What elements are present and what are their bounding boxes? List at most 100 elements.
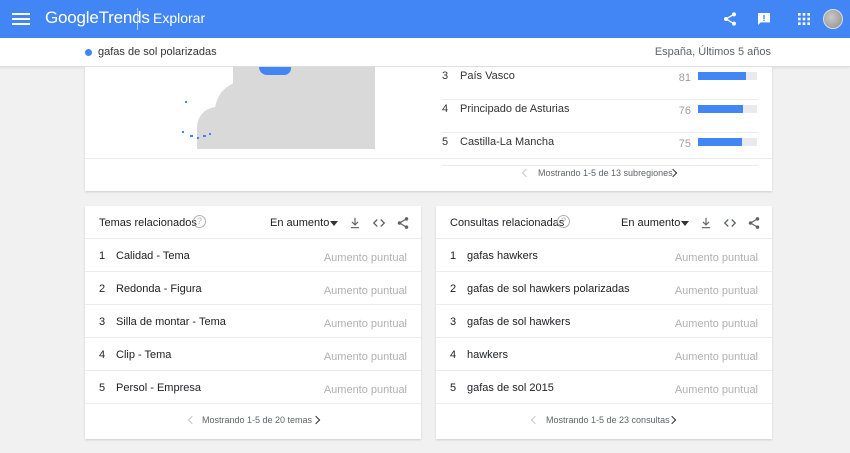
- item-rank: 1: [450, 250, 457, 262]
- region-bar: [698, 72, 757, 80]
- apps-grid-icon[interactable]: [796, 11, 812, 27]
- embed-code-icon[interactable]: [723, 216, 737, 230]
- page-title: Explorar: [153, 10, 206, 26]
- help-icon[interactable]: ?: [557, 215, 570, 228]
- download-icon[interactable]: [348, 216, 362, 230]
- item-value: Aumento puntual: [674, 252, 758, 264]
- item-rank: 1: [99, 250, 106, 262]
- item-value: Aumento puntual: [323, 351, 407, 363]
- share-icon[interactable]: [396, 216, 410, 230]
- item-name: Calidad - Tema: [116, 250, 190, 262]
- item-rank: 4: [450, 349, 457, 361]
- related-queries-card: Consultas relacionadas ? En aumento 1 ga…: [436, 206, 772, 439]
- related-topics-card: Temas relacionados ? En aumento 1 Calida…: [85, 206, 421, 439]
- queries-pager-text: Mostrando 1-5 de 23 consultas: [546, 415, 670, 425]
- item-rank: 2: [99, 283, 106, 295]
- list-item[interactable]: 1 gafas hawkers Aumento puntual: [436, 239, 772, 272]
- list-item[interactable]: 3 gafas de sol hawkers Aumento puntual: [436, 305, 772, 338]
- download-icon[interactable]: [699, 216, 713, 230]
- item-rank: 5: [450, 382, 457, 394]
- map-highlight-region: [259, 67, 291, 75]
- share-icon[interactable]: [722, 11, 738, 27]
- item-value: Aumento puntual: [323, 252, 407, 264]
- item-rank: 2: [450, 283, 457, 295]
- term-color-dot: [85, 49, 92, 56]
- feedback-icon[interactable]: [756, 11, 772, 27]
- item-rank: 3: [450, 316, 457, 328]
- region-row[interactable]: 3 País Vasco 81: [442, 67, 758, 100]
- region-bar-fill: [698, 105, 743, 113]
- region-pager-text: Mostrando 1-5 de 13 subregiones: [538, 168, 673, 178]
- logo-trends-text: Trends: [98, 8, 150, 27]
- list-item[interactable]: 1 Calidad - Tema Aumento puntual: [85, 239, 421, 272]
- list-item[interactable]: 2 gafas de sol hawkers polarizadas Aumen…: [436, 272, 772, 305]
- filter-select[interactable]: En aumento: [621, 217, 680, 229]
- region-rank: 5: [442, 136, 449, 148]
- item-rank: 4: [99, 349, 106, 361]
- item-name: Redonda - Figura: [116, 283, 202, 295]
- search-term-label[interactable]: gafas de sol polarizadas: [98, 46, 217, 58]
- topics-pager: Mostrando 1-5 de 20 temas: [85, 406, 421, 439]
- list-item[interactable]: 4 hawkers Aumento puntual: [436, 338, 772, 371]
- region-bar-fill: [698, 72, 746, 80]
- item-name: gafas de sol 2015: [467, 382, 554, 394]
- item-value: Aumento puntual: [674, 351, 758, 363]
- item-value: Aumento puntual: [674, 285, 758, 297]
- item-value: Aumento puntual: [674, 318, 758, 330]
- embed-code-icon[interactable]: [372, 216, 386, 230]
- filter-select[interactable]: En aumento: [270, 217, 329, 229]
- card-title: Temas relacionados: [99, 217, 197, 229]
- help-icon[interactable]: ?: [193, 215, 206, 228]
- card-title: Consultas relacionadas: [450, 217, 565, 229]
- region-value: 81: [678, 72, 691, 84]
- region-name: País Vasco: [460, 70, 515, 82]
- related-topics-header: Temas relacionados ? En aumento: [85, 206, 421, 239]
- chevron-left-icon[interactable]: [521, 168, 531, 178]
- related-queries-header: Consultas relacionadas ? En aumento: [436, 206, 772, 239]
- region-rank: 4: [442, 103, 449, 115]
- header-divider: [137, 8, 138, 30]
- list-item[interactable]: 5 Persol - Empresa Aumento puntual: [85, 371, 421, 404]
- item-rank: 3: [99, 316, 106, 328]
- item-name: gafas de sol hawkers polarizadas: [467, 283, 630, 295]
- region-pager: Mostrando 1-5 de 13 subregiones: [85, 158, 772, 191]
- chevron-left-icon[interactable]: [530, 415, 540, 425]
- list-item[interactable]: 3 Silla de montar - Tema Aumento puntual: [85, 305, 421, 338]
- account-avatar[interactable]: [823, 9, 843, 29]
- item-name: gafas hawkers: [467, 250, 538, 262]
- item-value: Aumento puntual: [323, 384, 407, 396]
- region-interest-card: 3 País Vasco 81 4 Principado de Asturias…: [85, 67, 772, 191]
- region-map[interactable]: [85, 67, 375, 149]
- chevron-left-icon[interactable]: [187, 415, 197, 425]
- logo-google-text: Google: [45, 8, 99, 27]
- list-item[interactable]: 2 Redonda - Figura Aumento puntual: [85, 272, 421, 305]
- search-term-bar: gafas de sol polarizadas España, Últimos…: [0, 38, 850, 67]
- menu-icon[interactable]: [12, 11, 30, 27]
- chevron-right-icon[interactable]: [311, 415, 321, 425]
- topics-pager-text: Mostrando 1-5 de 20 temas: [202, 415, 313, 425]
- scope-label: España, Últimos 5 años: [654, 46, 771, 58]
- item-name: Persol - Empresa: [116, 382, 201, 394]
- item-value: Aumento puntual: [323, 285, 407, 297]
- queries-pager: Mostrando 1-5 de 23 consultas: [436, 406, 772, 439]
- chevron-down-icon[interactable]: [330, 221, 338, 226]
- list-item[interactable]: 4 Clip - Tema Aumento puntual: [85, 338, 421, 371]
- item-name: Silla de montar - Tema: [116, 316, 226, 328]
- top-app-bar: GoogleTrends Explorar: [0, 0, 850, 38]
- region-row[interactable]: 4 Principado de Asturias 76: [442, 100, 758, 133]
- region-value: 75: [678, 138, 691, 150]
- region-name: Castilla-La Mancha: [460, 136, 555, 148]
- region-rank: 3: [442, 70, 449, 82]
- item-name: Clip - Tema: [116, 349, 172, 361]
- item-rank: 5: [99, 382, 106, 394]
- chevron-down-icon[interactable]: [681, 221, 689, 226]
- item-value: Aumento puntual: [323, 318, 407, 330]
- region-value: 76: [678, 105, 691, 117]
- item-name: hawkers: [467, 349, 508, 361]
- region-name: Principado de Asturias: [460, 103, 570, 115]
- share-icon[interactable]: [747, 216, 761, 230]
- region-bar-fill: [698, 138, 743, 146]
- region-bar: [698, 138, 757, 146]
- list-item[interactable]: 5 gafas de sol 2015 Aumento puntual: [436, 371, 772, 404]
- google-trends-logo[interactable]: GoogleTrends: [45, 8, 150, 28]
